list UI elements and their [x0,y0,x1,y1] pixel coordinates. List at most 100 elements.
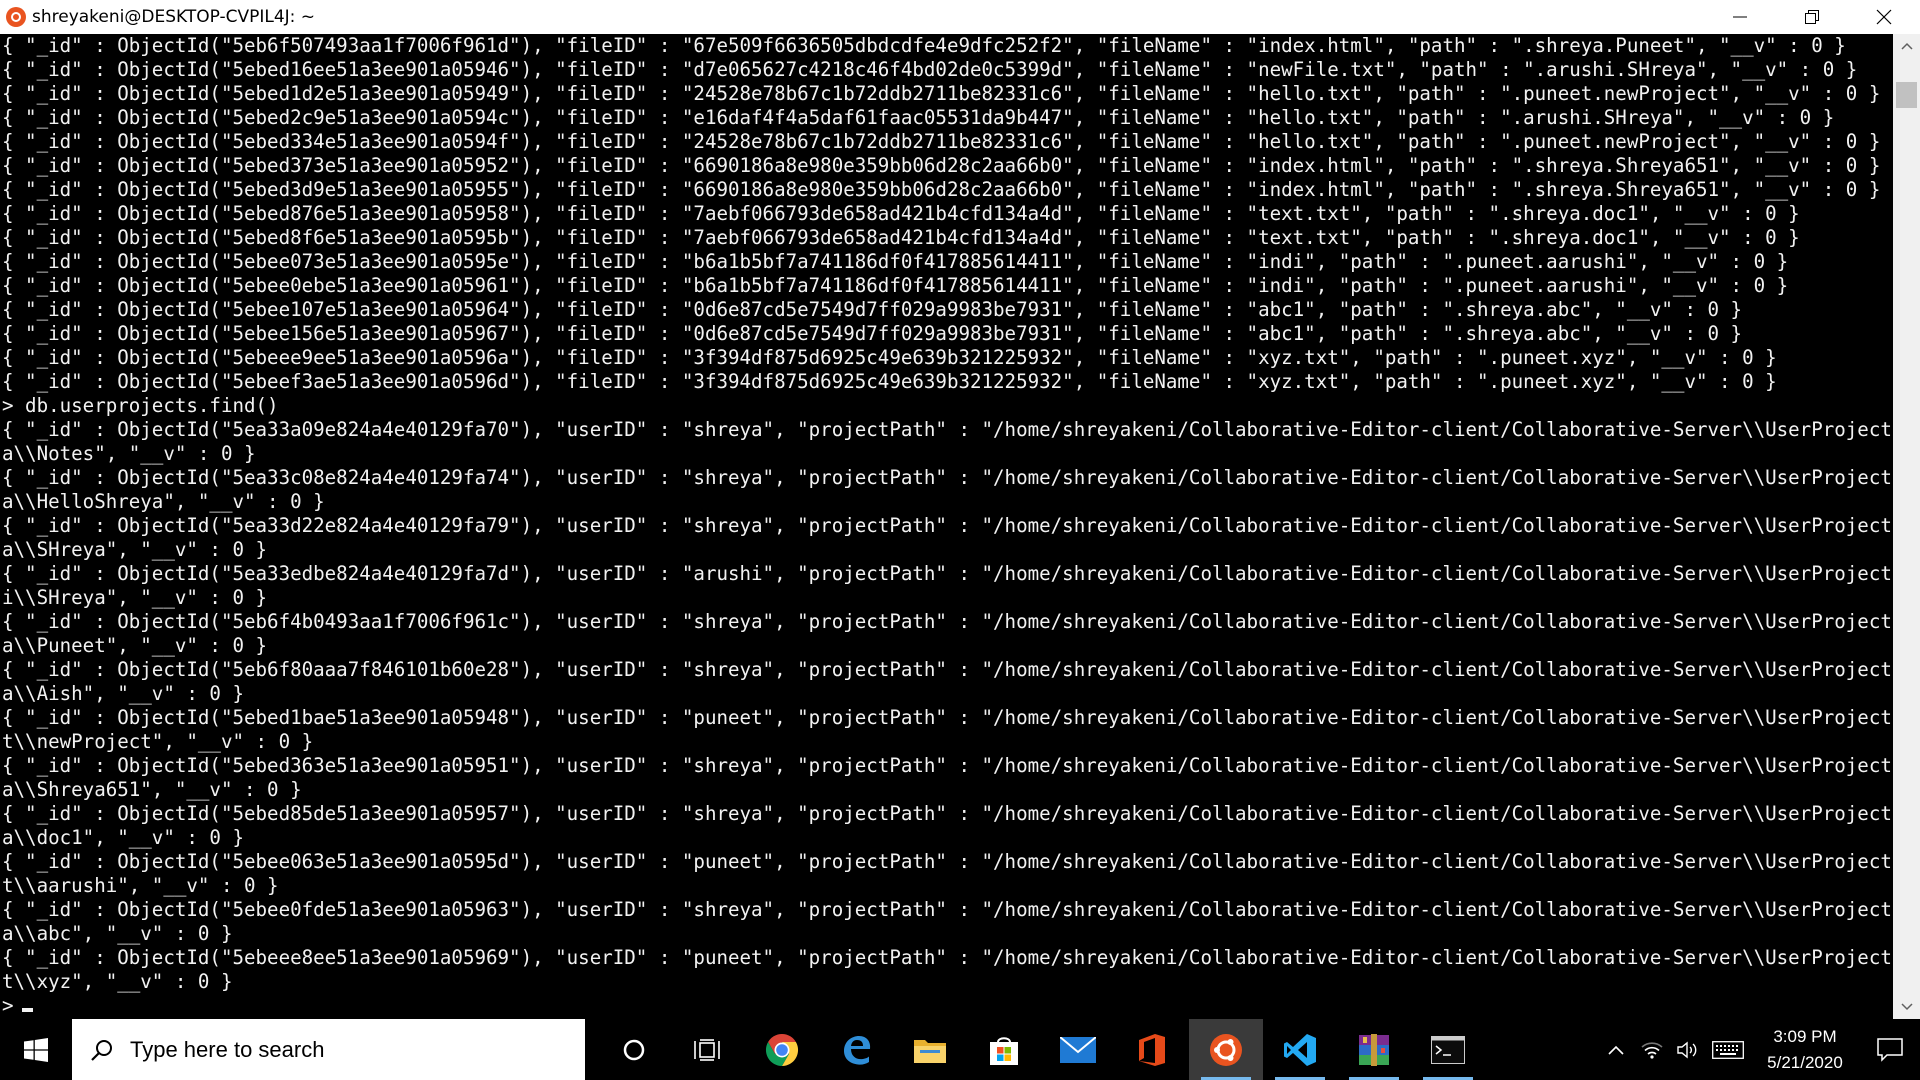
terminal-line: { "_id" : ObjectId("5ebee156e51a3ee901a0… [2,322,1743,345]
terminal-line: a\\Puneet", "__v" : 0 } [2,634,268,657]
terminal-line: { "_id" : ObjectId("5eb6f4b0493aa1f7006f… [2,610,1893,633]
microsoft-store-button[interactable] [967,1019,1041,1080]
terminal-line: { "_id" : ObjectId("5ea33a09e824a4e40129… [2,418,1893,441]
taskbar-search-box[interactable]: Type here to search [72,1019,585,1080]
system-tray: 3:09 PM 5/21/2020 [1598,1019,1920,1080]
restore-button[interactable] [1776,0,1848,34]
terminal-line: { "_id" : ObjectId("5ebed373e51a3ee901a0… [2,154,1881,177]
ubuntu-icon [6,7,26,27]
vscode-button[interactable] [1263,1019,1337,1080]
notification-icon [1877,1037,1903,1062]
task-view-icon [694,1038,720,1061]
terminal-line: { "_id" : ObjectId("5ebee107e51a3ee901a0… [2,298,1743,321]
ubuntu-button[interactable] [1189,1019,1263,1080]
terminal-line: { "_id" : ObjectId("5ebee0ebe51a3ee901a0… [2,274,1789,297]
terminal-line: > db.userprojects.find() [2,394,279,417]
terminal-output[interactable]: { "_id" : ObjectId("5eb6f507493aa1f7006f… [0,34,1893,1019]
terminal-line: { "_id" : ObjectId("5ebed16ee51a3ee901a0… [2,58,1858,81]
chevron-up-icon [1608,1045,1624,1055]
terminal-line: a\\Notes", "__v" : 0 } [2,442,256,465]
clock[interactable]: 3:09 PM 5/21/2020 [1750,1024,1860,1076]
office-icon [1139,1033,1165,1066]
terminal-line: { "_id" : ObjectId("5eb6f507493aa1f7006f… [2,34,1846,57]
terminal-line: { "_id" : ObjectId("5ea33d22e824a4e40129… [2,514,1893,537]
terminal-line: t\\aarushi", "__v" : 0 } [2,874,279,897]
terminal-prompt-line[interactable]: > [2,994,1893,1018]
windows-logo-icon [24,1037,48,1062]
search-icon [91,1039,112,1061]
start-button[interactable] [0,1019,72,1080]
winrar-button[interactable] [1337,1019,1411,1080]
office-button[interactable] [1115,1019,1189,1080]
terminal-line: { "_id" : ObjectId("5ebed85de51a3ee901a0… [2,802,1893,825]
terminal-prompt: > [2,994,14,1017]
cortana-icon [623,1039,645,1060]
minimize-button[interactable] [1704,0,1776,34]
network-button[interactable] [1634,1019,1670,1080]
terminal-line: { "_id" : ObjectId("5ebed363e51a3ee901a0… [2,754,1893,777]
edge-button[interactable] [819,1019,893,1080]
scroll-thumb[interactable] [1896,81,1917,108]
terminal-line: a\\Aish", "__v" : 0 } [2,682,244,705]
terminal-line: { "_id" : ObjectId("5ebeef3ae51a3ee901a0… [2,370,1777,393]
mail-icon [1060,1036,1096,1063]
terminal-line: { "_id" : ObjectId("5ebeee9ee51a3ee901a0… [2,346,1777,369]
chrome-button[interactable] [745,1019,819,1080]
terminal-line: { "_id" : ObjectId("5ebed8f6e51a3ee901a0… [2,226,1800,249]
terminal-line: { "_id" : ObjectId("5ea33edbe824a4e40129… [2,562,1893,585]
keyboard-icon [1712,1040,1744,1059]
terminal-line: { "_id" : ObjectId("5ebed334e51a3ee901a0… [2,130,1881,153]
keyboard-button[interactable] [1706,1019,1750,1080]
task-view-button[interactable] [671,1019,745,1080]
volume-icon [1677,1041,1697,1058]
terminal-line: t\\newProject", "__v" : 0 } [2,730,314,753]
file-explorer-icon [914,1039,946,1063]
terminal-line: { "_id" : ObjectId("5ebed1bae51a3ee901a0… [2,706,1893,729]
terminal-line: { "_id" : ObjectId("5ebeee8ee51a3ee901a0… [2,946,1893,969]
chevron-down-icon [1900,1003,1913,1011]
restore-icon [1805,10,1819,24]
wifi-icon [1641,1041,1663,1059]
terminal-line: { "_id" : ObjectId("5ebed876e51a3ee901a0… [2,202,1800,225]
microsoft-store-icon [990,1036,1018,1065]
edge-icon [844,1035,871,1065]
clock-date: 5/21/2020 [1767,1052,1843,1072]
window-controls [1704,0,1920,34]
terminal-line: { "_id" : ObjectId("5ebed1d2e51a3ee901a0… [2,82,1881,105]
clock-time: 3:09 PM [1773,1026,1837,1046]
window-title: shreyakeni@DESKTOP-CVPIL4J: ~ [32,7,316,27]
terminal-line: { "_id" : ObjectId("5ebed2c9e51a3ee901a0… [2,106,1835,129]
terminal-line: t\\xyz", "__v" : 0 } [2,970,233,993]
scroll-down-button[interactable] [1893,995,1920,1019]
volume-button[interactable] [1670,1019,1706,1080]
terminal-line: a\\Shreya651", "__v" : 0 } [2,778,302,801]
terminal-line: { "_id" : ObjectId("5ea33c08e824a4e40129… [2,466,1893,489]
terminal-line: { "_id" : ObjectId("5ebee063e51a3ee901a0… [2,850,1893,873]
window-title-bar[interactable]: shreyakeni@DESKTOP-CVPIL4J: ~ [0,0,1920,34]
show-hidden-icons-button[interactable] [1598,1019,1634,1080]
chevron-up-icon [1900,42,1913,50]
minimize-icon [1733,16,1747,18]
vscode-icon [1284,1033,1316,1066]
terminal-line: { "_id" : ObjectId("5eb6f80aaa7f846101b6… [2,658,1893,681]
taskbar: Type here to search 3:09 PM 5/21/2020 [0,1019,1920,1080]
terminal-line: { "_id" : ObjectId("5ebee073e51a3ee901a0… [2,250,1789,273]
mail-button[interactable] [1041,1019,1115,1080]
file-explorer-button[interactable] [893,1019,967,1080]
close-icon [1876,9,1892,25]
chrome-icon [765,1033,799,1066]
vertical-scrollbar[interactable] [1893,34,1920,1019]
terminal-line: { "_id" : ObjectId("5ebee0fde51a3ee901a0… [2,898,1893,921]
terminal-lines: { "_id" : ObjectId("5eb6f507493aa1f7006f… [0,34,1893,1018]
scroll-up-button[interactable] [1893,34,1920,58]
cortana-button[interactable] [597,1019,671,1080]
terminal-line: { "_id" : ObjectId("5ebed3d9e51a3ee901a0… [2,178,1881,201]
terminal-line: a\\abc", "__v" : 0 } [2,922,233,945]
close-button[interactable] [1848,0,1920,34]
action-center-button[interactable] [1860,1019,1920,1080]
terminal-line: a\\SHreya", "__v" : 0 } [2,538,268,561]
terminal-icon [1431,1035,1465,1064]
terminal-button[interactable] [1411,1019,1485,1080]
text-cursor [21,1008,33,1012]
winrar-icon [1359,1033,1389,1066]
